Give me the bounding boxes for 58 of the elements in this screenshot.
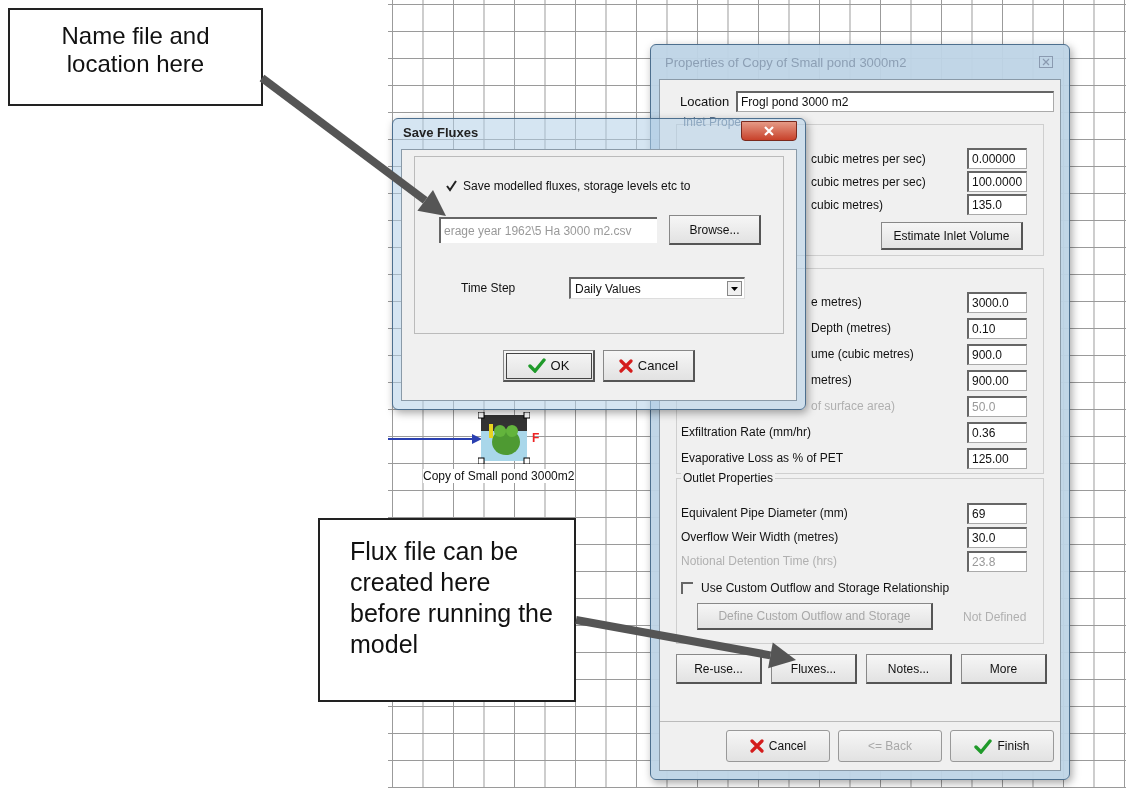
action-button[interactable]: Notes... bbox=[866, 654, 952, 684]
ok-button[interactable]: OK bbox=[503, 350, 595, 382]
field-label: Equivalent Pipe Diameter (mm) bbox=[681, 506, 848, 520]
callout-text: Name file and location here bbox=[8, 8, 263, 106]
group-legend: Inlet Prope bbox=[681, 115, 744, 129]
value-field[interactable]: 900.00 bbox=[967, 369, 1027, 391]
close-icon bbox=[764, 126, 774, 136]
field-label: cubic metres) bbox=[811, 197, 884, 212]
group-legend: Outlet Properties bbox=[681, 471, 776, 485]
check-icon bbox=[974, 738, 993, 754]
value-field[interactable]: 69 bbox=[967, 502, 1027, 524]
value-field[interactable]: 100.0000 bbox=[967, 171, 1027, 192]
cross-icon bbox=[749, 739, 764, 753]
field-label: cubic metres per sec) bbox=[811, 174, 926, 189]
field-label: cubic metres per sec) bbox=[811, 151, 926, 166]
estimate-button[interactable]: Estimate Inlet Volume bbox=[881, 222, 1023, 250]
field-label: Notional Detention Time (hrs) bbox=[681, 554, 838, 568]
callout-text: Flux file can be created here before running the model bbox=[318, 518, 576, 702]
cross-icon bbox=[618, 358, 633, 373]
value-field[interactable]: 30.0 bbox=[967, 526, 1027, 548]
value-field[interactable]: 900.0 bbox=[967, 343, 1027, 365]
checkbox[interactable] bbox=[445, 180, 457, 192]
window-title: Save Fluxes bbox=[403, 125, 479, 140]
value-field[interactable]: 0.10 bbox=[967, 317, 1027, 339]
cancel-button[interactable]: Cancel bbox=[726, 730, 830, 762]
node-marker: F bbox=[532, 431, 540, 445]
value-field[interactable]: 0.00000 bbox=[967, 148, 1027, 169]
finish-button[interactable]: Finish bbox=[950, 730, 1054, 762]
field-label: of surface area) bbox=[811, 399, 896, 413]
field-label: Location bbox=[680, 93, 731, 109]
value-field[interactable]: 0.36 bbox=[967, 421, 1027, 443]
checkbox[interactable] bbox=[681, 582, 693, 594]
field-label: Time Step bbox=[460, 281, 517, 295]
field-label: metres) bbox=[811, 373, 852, 387]
location-field[interactable]: Frogl pond 3000 m2 bbox=[736, 90, 1054, 112]
time-step-dropdown[interactable]: Daily Values bbox=[569, 277, 745, 299]
field-label: Exfiltration Rate (mm/hr) bbox=[681, 425, 812, 439]
status-text: Not Defined bbox=[963, 609, 1027, 624]
checkbox-label: Save modelled fluxes, storage levels etc to bbox=[463, 179, 691, 193]
close-icon bbox=[1039, 56, 1053, 68]
close-button[interactable] bbox=[741, 121, 797, 141]
value-field[interactable]: 3000.0 bbox=[967, 291, 1027, 313]
frog-node-drawing bbox=[478, 412, 530, 464]
field-label: Evaporative Loss as % of PET bbox=[681, 451, 844, 465]
check-icon bbox=[527, 358, 546, 373]
value-field[interactable]: 125.00 bbox=[967, 447, 1027, 469]
action-button[interactable]: Fluxes... bbox=[771, 654, 857, 684]
field-label: Depth (metres) bbox=[811, 321, 892, 335]
browse-button[interactable]: Browse... bbox=[669, 215, 761, 245]
node-label: Copy of Small pond 3000m2 bbox=[423, 469, 575, 483]
action-button[interactable]: Re-use... bbox=[676, 654, 762, 684]
field-label: Overflow Weir Width (metres) bbox=[681, 530, 839, 544]
value-field[interactable]: 135.0 bbox=[967, 194, 1027, 215]
field-label: e metres) bbox=[811, 295, 862, 309]
cancel-button[interactable]: Cancel bbox=[603, 350, 695, 382]
checkbox-label: Use Custom Outflow and Storage Relationship bbox=[701, 581, 950, 595]
field-label: ume (cubic metres) bbox=[811, 347, 914, 361]
action-button[interactable]: More bbox=[961, 654, 1047, 684]
